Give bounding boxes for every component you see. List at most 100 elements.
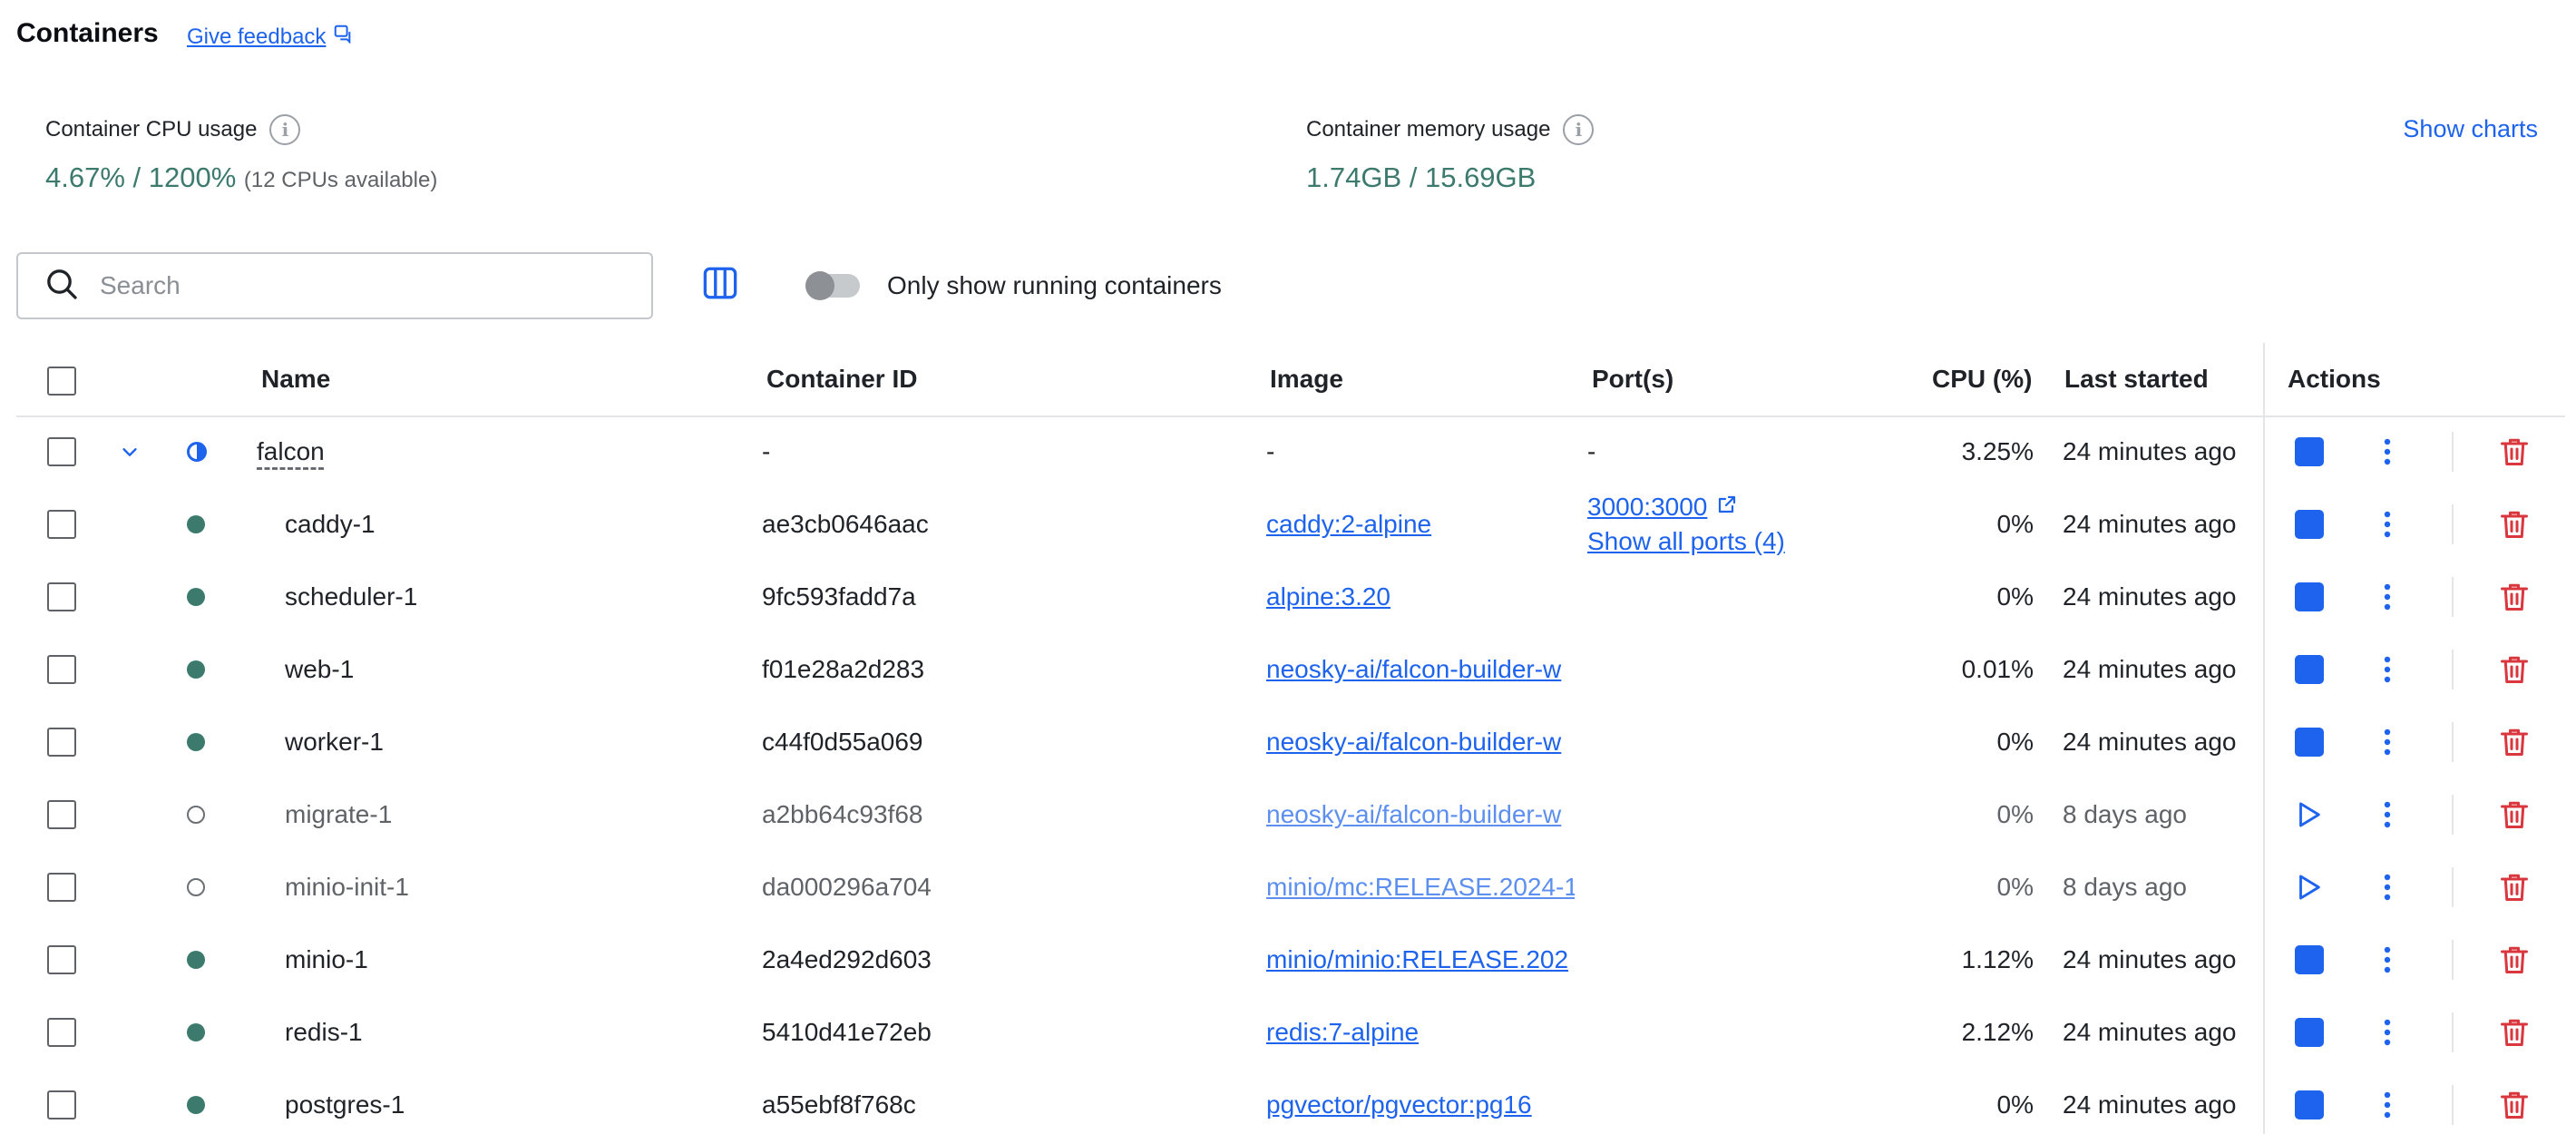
trash-icon[interactable] xyxy=(2496,651,2532,688)
columns-toggle-button[interactable] xyxy=(698,263,742,307)
container-cpu: 1.12% xyxy=(1961,945,2034,973)
trash-icon[interactable] xyxy=(2496,434,2532,470)
container-name[interactable]: caddy-1 xyxy=(285,488,376,561)
image-link[interactable]: neosky-ai/falcon-builder-w xyxy=(1266,728,1561,757)
cpu-separator: / xyxy=(124,161,149,193)
image-link[interactable]: minio/mc:RELEASE.2024-1 xyxy=(1266,873,1575,902)
trash-icon[interactable] xyxy=(2496,942,2532,978)
image-link[interactable]: redis:7-alpine xyxy=(1266,1018,1419,1047)
row-checkbox[interactable] xyxy=(47,655,76,684)
play-icon[interactable] xyxy=(2293,799,2324,830)
row-checkbox[interactable] xyxy=(47,1018,76,1047)
show-all-ports-link[interactable]: Show all ports (4) xyxy=(1587,524,1785,559)
container-cpu: 0% xyxy=(1996,1090,2034,1119)
column-header-cpu[interactable]: CPU (%) xyxy=(1932,365,2032,394)
column-header-last-started[interactable]: Last started xyxy=(2064,365,2209,394)
image-link[interactable]: neosky-ai/falcon-builder-w xyxy=(1266,800,1561,829)
chevron-down-icon[interactable] xyxy=(116,438,143,465)
image-link[interactable]: caddy:2-alpine xyxy=(1266,510,1431,539)
kebab-menu-icon[interactable] xyxy=(2378,1087,2396,1123)
container-name[interactable]: redis-1 xyxy=(285,996,363,1069)
kebab-menu-icon[interactable] xyxy=(2378,869,2396,905)
columns-icon xyxy=(701,264,739,307)
group-name[interactable]: falcon xyxy=(257,437,325,466)
stop-icon[interactable] xyxy=(2295,510,2324,539)
search-box[interactable] xyxy=(16,252,653,319)
kebab-menu-icon[interactable] xyxy=(2378,797,2396,833)
play-icon[interactable] xyxy=(2293,872,2324,903)
stop-icon[interactable] xyxy=(2295,728,2324,757)
status-running-icon xyxy=(187,733,205,751)
container-name[interactable]: migrate-1 xyxy=(285,778,392,851)
table-row[interactable]: web-1 f01e28a2d283 neosky-ai/falcon-builde… xyxy=(0,633,2576,706)
info-icon[interactable]: i xyxy=(269,114,301,145)
container-name[interactable]: scheduler-1 xyxy=(285,561,417,633)
trash-icon[interactable] xyxy=(2496,869,2532,905)
status-running-icon xyxy=(187,660,205,679)
table-row[interactable]: scheduler-1 9fc593fadd7a alpine:3.20 0% 24 m… xyxy=(0,561,2576,633)
action-separator xyxy=(2452,1085,2454,1125)
row-checkbox[interactable] xyxy=(47,945,76,974)
table-row[interactable]: minio-1 2a4ed292d603 minio/minio:RELEASE.2… xyxy=(0,924,2576,996)
kebab-menu-icon[interactable] xyxy=(2378,579,2396,615)
column-header-name[interactable]: Name xyxy=(261,365,330,394)
row-checkbox[interactable] xyxy=(47,800,76,829)
row-checkbox[interactable] xyxy=(47,873,76,902)
row-checkbox[interactable] xyxy=(47,582,76,611)
cpu-available-note: (12 CPUs available) xyxy=(243,168,438,192)
select-all-checkbox[interactable] xyxy=(47,367,76,396)
stop-icon[interactable] xyxy=(2295,1090,2324,1119)
table-row[interactable]: caddy-1 ae3cb0646aac caddy:2-alpine 3000:30… xyxy=(0,488,2576,561)
table-row[interactable]: worker-1 c44f0d55a069 neosky-ai/falcon-bui… xyxy=(0,706,2576,778)
trash-icon[interactable] xyxy=(2496,579,2532,615)
trash-icon[interactable] xyxy=(2496,1014,2532,1051)
container-name[interactable]: minio-1 xyxy=(285,924,368,996)
trash-icon[interactable] xyxy=(2496,724,2532,760)
stop-icon[interactable] xyxy=(2295,655,2324,684)
row-checkbox[interactable] xyxy=(47,1090,76,1119)
container-id: ae3cb0646aac xyxy=(762,510,929,538)
container-name[interactable]: postgres-1 xyxy=(285,1069,405,1134)
kebab-menu-icon[interactable] xyxy=(2378,651,2396,688)
trash-icon[interactable] xyxy=(2496,797,2532,833)
column-header-image[interactable]: Image xyxy=(1270,365,1343,394)
info-icon[interactable]: i xyxy=(1563,114,1595,145)
container-name[interactable]: web-1 xyxy=(285,633,354,706)
image-link[interactable]: minio/minio:RELEASE.202 xyxy=(1266,945,1568,974)
external-link-icon[interactable] xyxy=(1716,490,1738,524)
port-link[interactable]: 3000:3000 xyxy=(1587,490,1707,524)
table-row[interactable]: migrate-1 a2bb64c93f68 neosky-ai/falcon-bu… xyxy=(0,778,2576,851)
table-row[interactable]: redis-1 5410d41e72eb redis:7-alpine 2.12% 24… xyxy=(0,996,2576,1069)
row-checkbox[interactable] xyxy=(47,510,76,539)
kebab-menu-icon[interactable] xyxy=(2378,434,2396,470)
stop-icon[interactable] xyxy=(2295,437,2324,466)
stop-icon[interactable] xyxy=(2295,582,2324,611)
action-separator xyxy=(2452,867,2454,907)
image-link[interactable]: pgvector/pgvector:pg16 xyxy=(1266,1090,1532,1119)
show-charts-button[interactable]: Show charts xyxy=(2403,115,2538,143)
kebab-menu-icon[interactable] xyxy=(2378,506,2396,543)
table-row[interactable]: minio-init-1 da000296a704 minio/mc:RELEASE… xyxy=(0,851,2576,924)
table-row-group[interactable]: falcon - - - 3.25% 24 minutes ago xyxy=(0,415,2576,488)
kebab-menu-icon[interactable] xyxy=(2378,724,2396,760)
trash-icon[interactable] xyxy=(2496,1087,2532,1123)
table-row[interactable]: postgres-1 a55ebf8f768c pgvector/pgvector:… xyxy=(0,1069,2576,1134)
group-container-id: - xyxy=(762,437,771,465)
trash-icon[interactable] xyxy=(2496,506,2532,543)
column-header-ports[interactable]: Port(s) xyxy=(1592,365,1673,394)
kebab-menu-icon[interactable] xyxy=(2378,1014,2396,1051)
container-name[interactable]: worker-1 xyxy=(285,706,384,778)
stop-icon[interactable] xyxy=(2295,1018,2324,1047)
image-link[interactable]: alpine:3.20 xyxy=(1266,582,1390,611)
container-name[interactable]: minio-init-1 xyxy=(285,851,409,924)
image-link[interactable]: neosky-ai/falcon-builder-w xyxy=(1266,655,1561,684)
search-input[interactable] xyxy=(100,271,608,300)
column-header-container-id[interactable]: Container ID xyxy=(766,365,917,394)
row-checkbox[interactable] xyxy=(47,437,76,466)
give-feedback-link[interactable]: Give feedback xyxy=(187,24,353,50)
kebab-menu-icon[interactable] xyxy=(2378,942,2396,978)
stop-icon[interactable] xyxy=(2295,945,2324,974)
action-separator xyxy=(2452,722,2454,762)
row-checkbox[interactable] xyxy=(47,728,76,757)
running-only-toggle[interactable] xyxy=(805,271,860,300)
